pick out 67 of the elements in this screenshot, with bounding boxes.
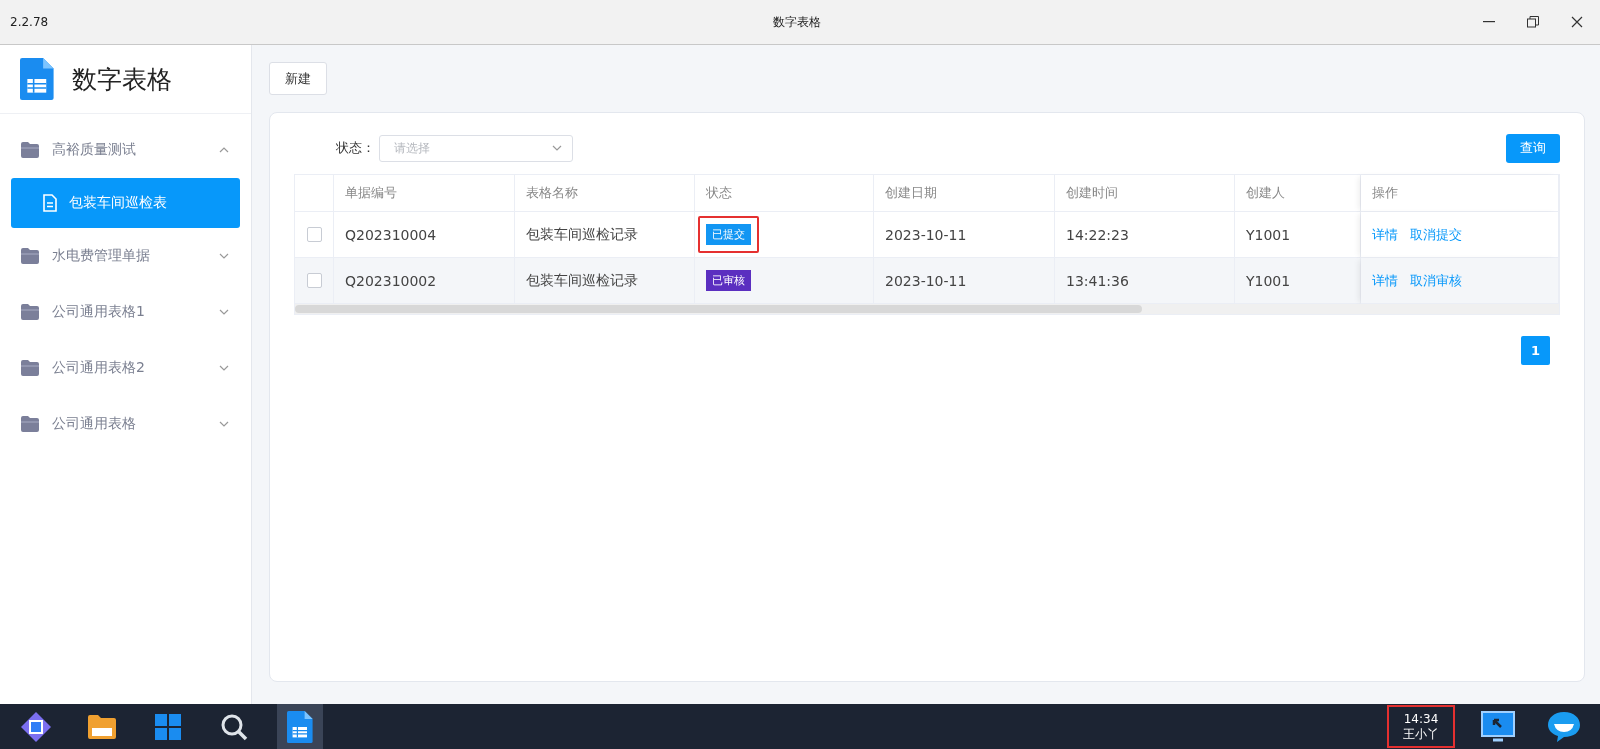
chevron-down-icon [552, 145, 562, 151]
diamond-logo-icon [20, 710, 52, 743]
app-logo-icon [20, 58, 54, 100]
folder-icon [20, 416, 40, 432]
table-cell: 13:41:36 [1055, 258, 1235, 304]
new-button[interactable]: 新建 [269, 62, 327, 95]
sidebar-group[interactable]: 公司通用表格2 [0, 340, 251, 396]
spreadsheet-icon [287, 710, 313, 743]
column-header: 操作 [1361, 175, 1559, 212]
restore-icon [1527, 16, 1539, 28]
status-tag: 已提交 [706, 224, 751, 245]
column-header: 创建人 [1235, 175, 1361, 212]
table-cell: Y1001 [1235, 258, 1361, 304]
table-cell: 2023-10-11 [874, 212, 1055, 258]
chat-bubble-icon [1547, 710, 1581, 743]
row-checkbox[interactable] [306, 273, 322, 288]
sidebar-group[interactable]: 高裕质量测试 [0, 122, 251, 178]
sidebar-item[interactable]: 包装车间巡检表 [11, 178, 240, 228]
search-icon [220, 712, 248, 741]
column-header: 创建日期 [874, 175, 1055, 212]
action-link[interactable]: 详情 [1372, 271, 1398, 290]
table-cell: Y1001 [1235, 212, 1361, 258]
close-icon [1571, 16, 1583, 28]
row-checkbox[interactable] [306, 227, 322, 242]
app-version: 2.2.78 [10, 15, 49, 29]
close-button[interactable] [1570, 15, 1584, 29]
table-cell: Q202310004 [334, 212, 515, 258]
column-header: 单据编号 [334, 175, 515, 212]
column-header: 表格名称 [515, 175, 695, 212]
status-select[interactable]: 请选择 [379, 134, 573, 162]
chevron-down-icon [219, 421, 229, 427]
folder-icon [87, 713, 117, 740]
monitor-icon [1481, 710, 1515, 743]
chevron-up-icon [219, 147, 229, 153]
restore-button[interactable] [1526, 15, 1540, 29]
spreadsheet-app-button[interactable] [277, 704, 323, 749]
sidebar-group[interactable]: 公司通用表格1 [0, 284, 251, 340]
table-cell: 包装车间巡检记录 [515, 258, 695, 304]
status-tag: 已审核 [706, 270, 751, 291]
table-cell: 14:22:23 [1055, 212, 1235, 258]
action-link[interactable]: 详情 [1372, 225, 1398, 244]
table-cell: 2023-10-11 [874, 258, 1055, 304]
action-link[interactable]: 取消审核 [1410, 271, 1462, 290]
grid-icon [154, 712, 182, 741]
column-header: 状态 [695, 175, 874, 212]
folder-icon [20, 360, 40, 376]
query-button[interactable]: 查询 [1506, 133, 1560, 163]
document-icon [43, 194, 57, 212]
folder-icon [20, 248, 40, 264]
table-cell: 包装车间巡检记录 [515, 212, 695, 258]
window-title: 数字表格 [773, 13, 821, 31]
sidebar-group[interactable]: 水电费管理单据 [0, 228, 251, 284]
folder-icon [20, 304, 40, 320]
page-button[interactable]: 1 [1521, 336, 1550, 365]
scrollbar-thumb[interactable] [295, 305, 1142, 313]
chevron-down-icon [219, 309, 229, 315]
folder-icon [20, 142, 40, 158]
column-header: 创建时间 [1055, 175, 1235, 212]
app-name: 数字表格 [71, 63, 172, 96]
action-link[interactable]: 取消提交 [1410, 225, 1462, 244]
taskbar-clock[interactable]: 14:34 王小丫 [1387, 705, 1455, 748]
table-cell: Q202310002 [334, 258, 515, 304]
minimize-icon [1483, 21, 1495, 23]
chevron-down-icon [219, 365, 229, 371]
sidebar-group[interactable]: 公司通用表格 [0, 396, 251, 452]
status-filter-label: 状态： [336, 139, 375, 157]
chevron-down-icon [219, 253, 229, 259]
